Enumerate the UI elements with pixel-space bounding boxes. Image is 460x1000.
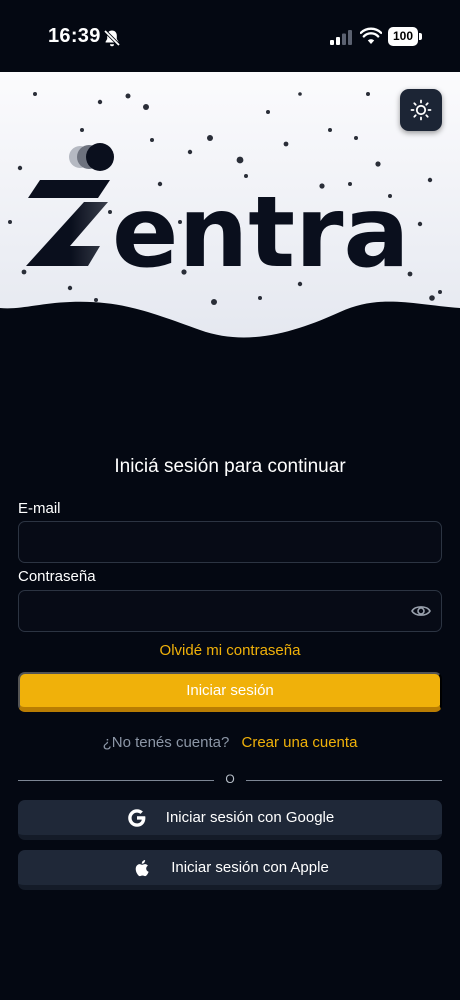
apple-login-button[interactable]: Iniciar sesión con Apple (18, 850, 442, 890)
status-time: 16:39 (48, 25, 101, 47)
wifi-icon (360, 27, 382, 44)
sun-icon (410, 99, 432, 121)
divider-line-right (246, 780, 442, 781)
password-field[interactable] (18, 590, 442, 632)
hero-banner: entra (0, 72, 460, 342)
apple-login-label: Iniciar sesión con Apple (171, 859, 329, 876)
google-icon (127, 808, 146, 827)
zentra-logo: entra (26, 143, 410, 280)
signup-prompt: ¿No tenés cuenta? (102, 734, 230, 751)
signup-row: ¿No tenés cuenta? Crear una cuenta (0, 734, 460, 751)
logo-wordmark: entra (112, 176, 410, 280)
battery-icon: 100 (388, 27, 422, 46)
password-label: Contraseña (18, 568, 96, 585)
bell-slash-icon (103, 29, 121, 47)
login-submit-button[interactable]: Iniciar sesión (18, 672, 442, 712)
status-bar: 16:39 100 (0, 0, 460, 72)
divider-line-left (18, 780, 214, 781)
google-login-button[interactable]: Iniciar sesión con Google (18, 800, 442, 840)
email-field[interactable] (18, 521, 442, 563)
battery-level: 100 (392, 29, 414, 43)
apple-icon (135, 859, 149, 876)
email-label: E-mail (18, 500, 61, 517)
signal-icon (330, 30, 352, 45)
forgot-password-link[interactable]: Olvidé mi contraseña (0, 642, 460, 659)
theme-toggle-button[interactable] (400, 89, 442, 131)
divider-text: O (225, 772, 235, 786)
login-title: Iniciá sesión para continuar (114, 456, 346, 477)
google-login-label: Iniciar sesión con Google (165, 809, 335, 826)
eye-icon[interactable] (410, 600, 432, 622)
create-account-link[interactable]: Crear una cuenta (242, 734, 358, 751)
